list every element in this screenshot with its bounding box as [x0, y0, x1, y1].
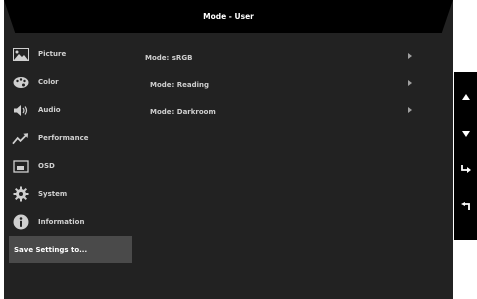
- submenu: Mode: sRGB Mode: Reading Mode: Darkroom: [145, 44, 415, 125]
- sidebar-item-label: System: [38, 190, 68, 198]
- sidebar-item-information[interactable]: Information: [9, 208, 132, 236]
- sidebar-item-audio[interactable]: Audio: [9, 96, 132, 124]
- sidebar-item-performance[interactable]: Performance: [9, 124, 132, 152]
- page-title: Mode - User: [203, 12, 254, 21]
- sidebar: Picture Color Audio Performance OSD Syst…: [9, 40, 132, 236]
- back-icon: [460, 196, 471, 215]
- up-triangle-icon: [461, 85, 470, 104]
- down-triangle-icon: [461, 122, 470, 141]
- sidebar-item-color[interactable]: Color: [9, 68, 132, 96]
- submenu-item-darkroom[interactable]: Mode: Darkroom: [150, 98, 415, 125]
- submenu-item-srgb[interactable]: Mode: sRGB: [145, 44, 415, 71]
- sidebar-item-osd[interactable]: OSD: [9, 152, 132, 180]
- chevron-right-icon: [408, 53, 412, 59]
- submenu-item-reading[interactable]: Mode: Reading: [150, 71, 415, 98]
- save-settings-button[interactable]: Save Settings to...: [9, 236, 132, 263]
- submenu-item-label: Mode: Reading: [150, 80, 210, 89]
- info-icon: [12, 214, 29, 230]
- sidebar-item-label: OSD: [38, 162, 55, 170]
- sidebar-item-label: Picture: [38, 50, 67, 58]
- palette-icon: [12, 75, 29, 89]
- submenu-item-label: Mode: Darkroom: [150, 107, 216, 116]
- down-key[interactable]: [454, 117, 477, 145]
- sidebar-item-label: Performance: [38, 134, 89, 142]
- save-settings-label: Save Settings to...: [14, 245, 88, 254]
- sidebar-item-label: Audio: [38, 106, 61, 114]
- enter-key[interactable]: [454, 154, 477, 182]
- sidebar-item-picture[interactable]: Picture: [9, 40, 132, 68]
- picture-icon: [12, 47, 29, 61]
- sidebar-item-system[interactable]: System: [9, 180, 132, 208]
- back-key[interactable]: [454, 191, 477, 219]
- osd-window: Mode - User Picture Color Audio Performa…: [4, 0, 453, 299]
- speaker-icon: [12, 103, 29, 117]
- gear-icon: [12, 186, 29, 202]
- sidebar-item-label: Information: [38, 218, 85, 226]
- chevron-right-icon: [408, 80, 412, 86]
- key-guide-panel: [454, 72, 477, 240]
- osd-icon: [12, 159, 29, 173]
- submenu-item-label: Mode: sRGB: [145, 53, 193, 62]
- up-key[interactable]: [454, 80, 477, 108]
- enter-icon: [460, 159, 471, 178]
- sidebar-item-label: Color: [38, 78, 59, 86]
- chevron-right-icon: [408, 107, 412, 113]
- trend-icon: [12, 131, 29, 145]
